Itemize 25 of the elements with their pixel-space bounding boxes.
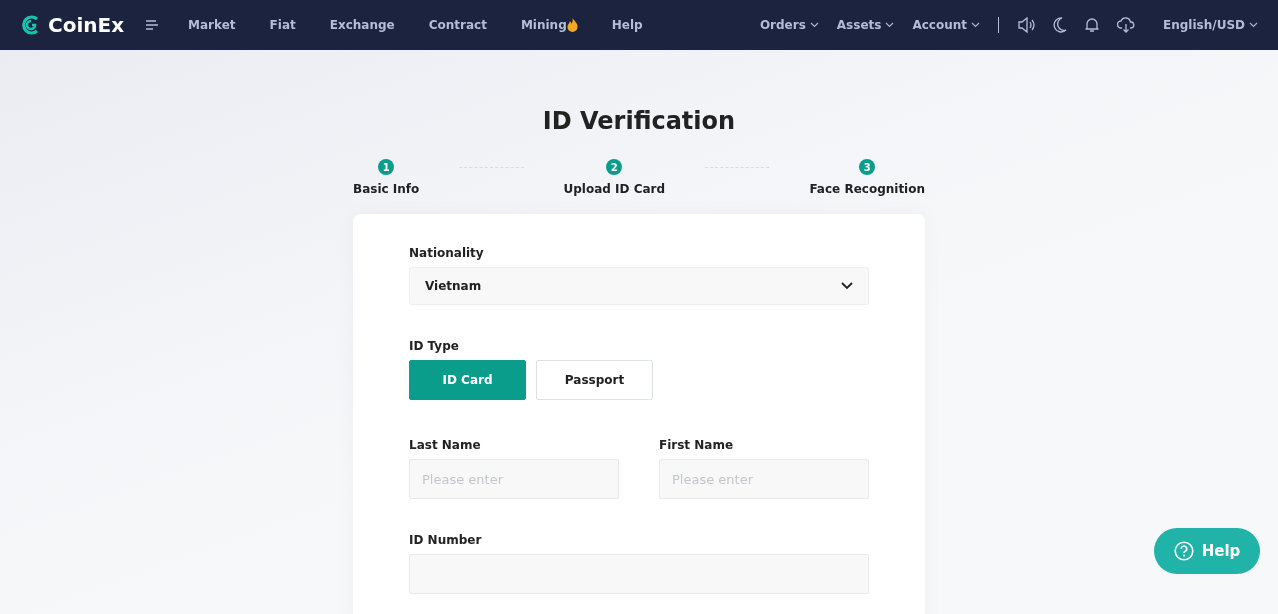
field-label: ID Number (409, 533, 483, 547)
language-dropdown[interactable]: English/USD (1163, 18, 1258, 32)
step-number: 2 (606, 159, 623, 175)
field-label: Last Name (409, 438, 482, 452)
nav-link[interactable]: Fiat (269, 18, 296, 32)
menu-dropdown[interactable]: Account (912, 18, 980, 32)
field-label: Nationality (409, 246, 485, 260)
nav-link[interactable]: Market (188, 18, 236, 32)
step-label: Upload ID Card (563, 182, 666, 196)
step-label: Basic Info (353, 182, 420, 196)
page-title: ID Verification (541, 106, 737, 137)
field-label: ID Type (409, 339, 460, 353)
field-label: First Name (659, 438, 735, 452)
nationality-select[interactable]: Vietnam (409, 267, 869, 305)
step-number: 3 (859, 159, 876, 175)
nav-link[interactable]: Help (611, 18, 643, 32)
step-number: 1 (378, 159, 395, 175)
id-type-option[interactable]: Passport (536, 360, 653, 400)
step-label: Face Recognition (809, 182, 925, 196)
logo-text[interactable]: CoinEx (48, 13, 125, 37)
nav-link[interactable]: Mining (520, 18, 567, 32)
menu-dropdown[interactable]: Orders (759, 18, 819, 32)
menu-dropdown[interactable]: Assets (836, 18, 895, 32)
nav-link[interactable]: Exchange (329, 18, 395, 32)
nav-link[interactable]: Contract (428, 18, 487, 32)
